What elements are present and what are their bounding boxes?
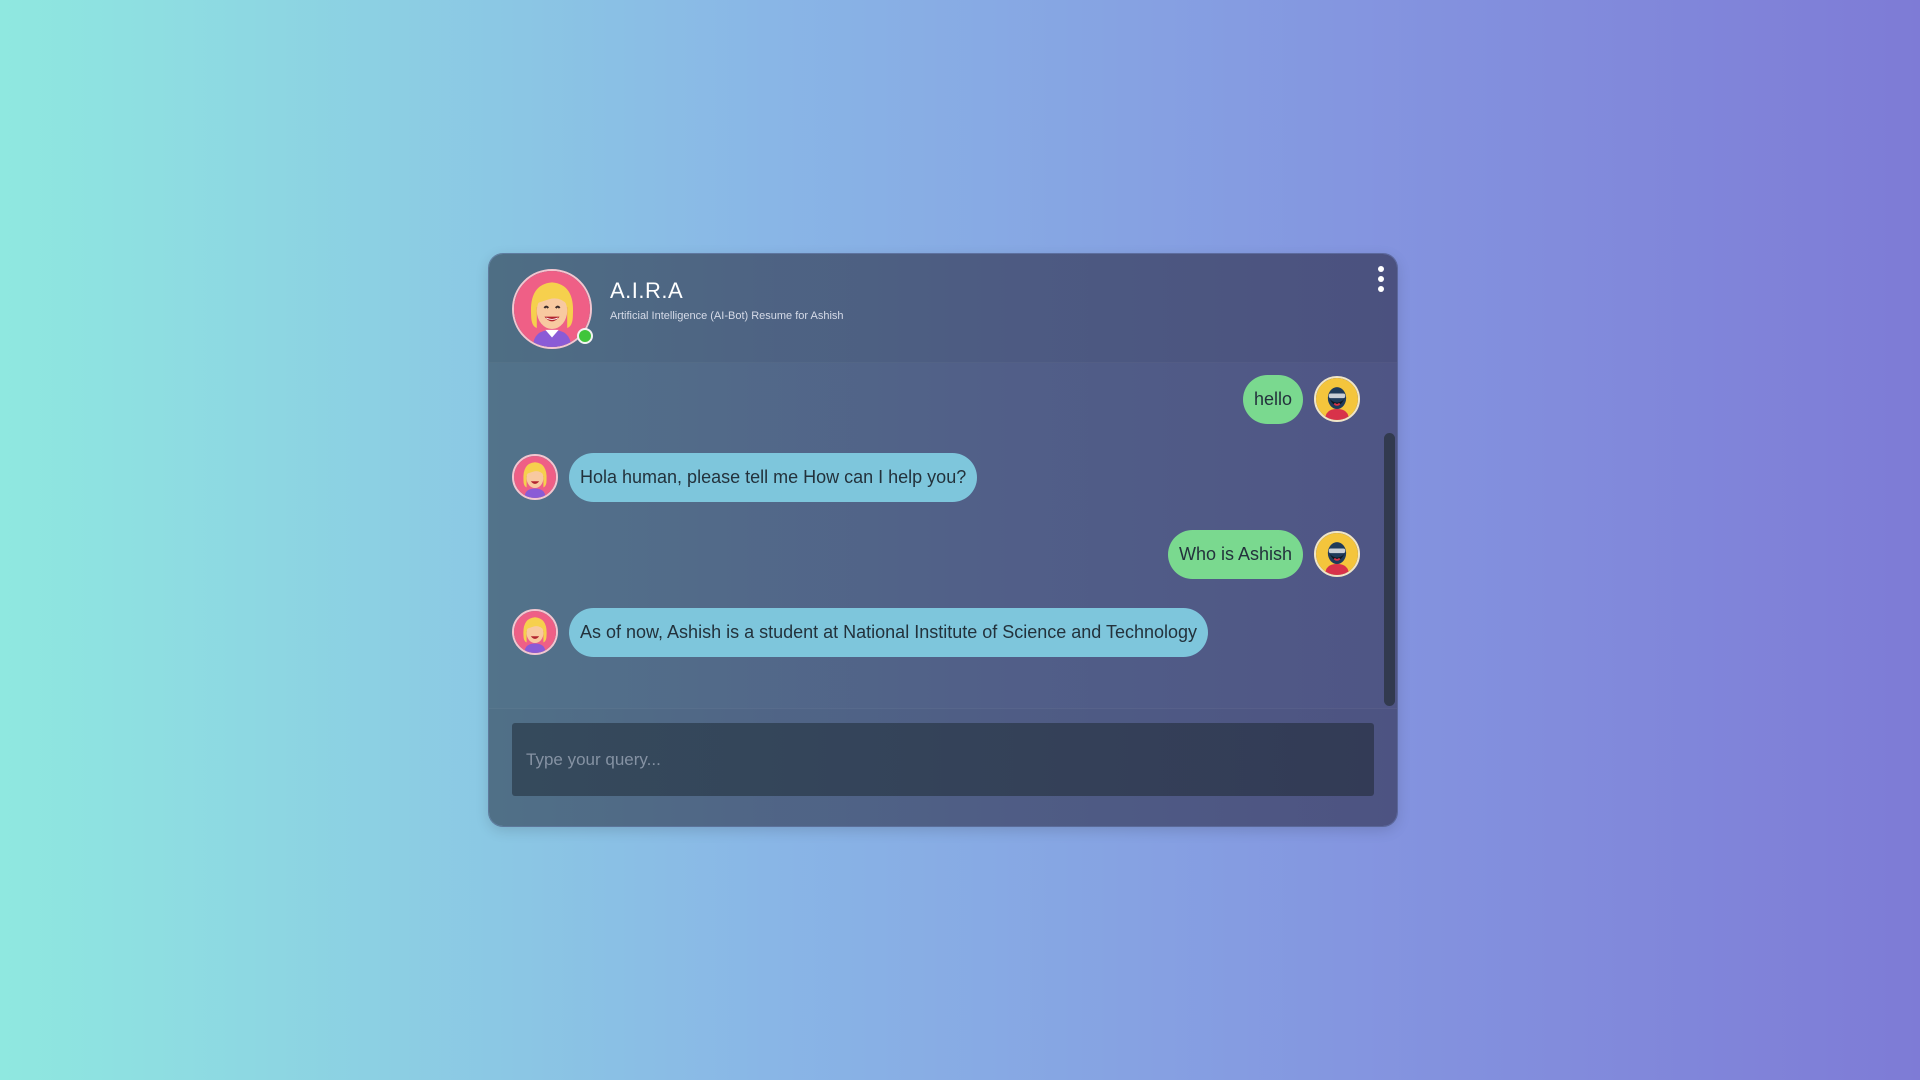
user-message: hello — [1242, 374, 1360, 424]
bot-bubble: As of now, Ashish is a student at Nation… — [569, 607, 1209, 657]
user-message: Who is Ashish — [1167, 529, 1360, 579]
bot-face-icon — [514, 611, 556, 653]
query-input[interactable] — [512, 723, 1374, 796]
chat-window: A.I.R.A Artificial Intelligence (AI-Bot)… — [489, 254, 1397, 826]
message-scrollbar[interactable] — [1384, 433, 1395, 706]
bot-name: A.I.R.A — [610, 278, 684, 303]
user-face-icon — [1316, 378, 1358, 420]
user-bubble: Who is Ashish — [1167, 529, 1303, 579]
user-avatar — [1314, 531, 1360, 577]
user-avatar — [1314, 376, 1360, 422]
input-area — [489, 708, 1397, 826]
bot-message-avatar — [512, 609, 558, 655]
bot-message: As of now, Ashish is a student at Nation… — [512, 607, 1209, 657]
bot-face-icon — [514, 456, 556, 498]
bot-message-avatar — [512, 454, 558, 500]
message-list: hello Hola human, please tell me How can… — [489, 362, 1397, 708]
chat-header: A.I.R.A Artificial Intelligence (AI-Bot)… — [489, 254, 1397, 363]
bot-message: Hola human, please tell me How can I hel… — [512, 452, 978, 502]
bot-bubble: Hola human, please tell me How can I hel… — [569, 452, 978, 502]
bot-subtitle: Artificial Intelligence (AI-Bot) Resume … — [610, 310, 844, 322]
user-bubble: hello — [1242, 374, 1303, 424]
online-status-dot — [577, 328, 593, 344]
more-vertical-icon[interactable] — [1375, 266, 1387, 292]
user-face-icon — [1316, 533, 1358, 575]
